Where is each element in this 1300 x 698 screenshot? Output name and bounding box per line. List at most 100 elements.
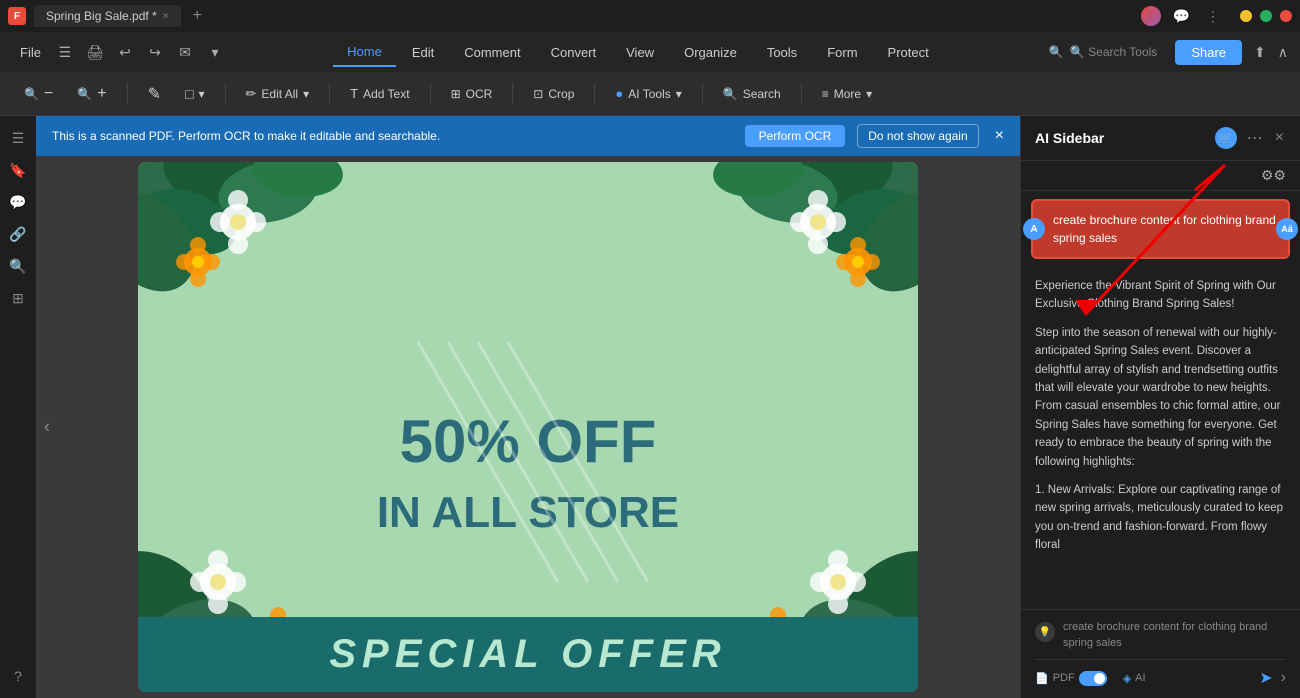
search-button[interactable]: 🔍 Search <box>715 83 789 105</box>
edit-all-dropdown: ▾ <box>303 87 309 101</box>
minimize-button[interactable] <box>1240 10 1252 22</box>
edit-all-icon: ✏ <box>246 86 257 102</box>
tab-home[interactable]: Home <box>333 38 396 67</box>
sidebar-item-layers[interactable]: ⊞ <box>4 284 32 312</box>
translate-icon[interactable]: Aā <box>1276 218 1298 240</box>
toolbar-separator-2 <box>225 83 226 105</box>
save-button[interactable]: ☰ <box>51 38 79 66</box>
zoom-out-button[interactable]: 🔍 − <box>16 81 61 107</box>
sidebar-item-home[interactable]: ☰ <box>4 124 32 152</box>
navigate-next-button[interactable]: › <box>1281 669 1286 687</box>
print-button[interactable]: 🖨 <box>81 38 109 66</box>
more-tools-label: More <box>834 87 861 101</box>
ocr-icon: ⊞ <box>451 87 461 101</box>
ai-response-para2: Step into the season of renewal with our… <box>1035 324 1286 471</box>
ocr-button[interactable]: ⊞ OCR <box>443 83 501 105</box>
collapse-icon[interactable]: ∧ <box>1278 44 1288 61</box>
svg-text:50% OFF: 50% OFF <box>400 408 657 475</box>
ai-close-icon[interactable]: × <box>1273 127 1286 149</box>
zoom-in-button[interactable]: 🔍 + <box>69 81 114 107</box>
user-avatar[interactable] <box>1141 6 1161 26</box>
more-nav-button[interactable]: ▾ <box>201 38 229 66</box>
toolbar-separator-3 <box>329 83 330 105</box>
pdf-tab[interactable]: Spring Big Sale.pdf * × <box>34 5 181 27</box>
window-controls <box>1240 10 1292 22</box>
more-options-icon[interactable]: ⋮ <box>1202 6 1224 27</box>
ai-response-area[interactable]: Experience the Vibrant Spirit of Spring … <box>1021 267 1300 609</box>
user-prompt-box: create brochure content for clothing bra… <box>1031 199 1290 259</box>
tab-protect[interactable]: Protect <box>874 39 943 66</box>
close-button[interactable] <box>1280 10 1292 22</box>
toolbar-separator-1 <box>127 83 128 105</box>
ai-cart-icon[interactable]: 🛒 <box>1215 127 1237 149</box>
undo-button[interactable]: ↩ <box>111 38 139 66</box>
search-tools-icon: 🔍 <box>1049 45 1064 59</box>
prev-page-button[interactable]: ‹ <box>44 417 50 438</box>
tab-convert[interactable]: Convert <box>537 39 611 66</box>
sidebar-item-links[interactable]: 🔗 <box>4 220 32 248</box>
sidebar-item-bookmarks[interactable]: 🔖 <box>4 156 32 184</box>
dismiss-ocr-button[interactable]: Do not show again <box>857 124 978 148</box>
ai-response-para3: 1. New Arrivals: Explore our captivating… <box>1035 481 1286 555</box>
sidebar-item-search[interactable]: 🔍 <box>4 252 32 280</box>
svg-text:IN ALL STORE: IN ALL STORE <box>377 488 679 537</box>
ai-icon-left: A <box>1023 218 1045 240</box>
share-button[interactable]: Share <box>1175 40 1242 65</box>
perform-ocr-button[interactable]: Perform OCR <box>745 125 846 147</box>
ai-sidebar: AI Sidebar 🛒 ⋯ × ⚙⚙ A create brochure co… <box>1020 116 1300 698</box>
pdf-icon: 📄 <box>1035 672 1049 685</box>
tab-edit[interactable]: Edit <box>398 39 448 66</box>
tab-comment[interactable]: Comment <box>450 39 534 66</box>
tab-tools[interactable]: Tools <box>753 39 811 66</box>
tab-organize[interactable]: Organize <box>670 39 751 66</box>
ai-tools-label: AI Tools <box>628 87 670 101</box>
add-text-button[interactable]: T Add Text <box>342 82 417 105</box>
add-tab-button[interactable]: + <box>193 7 202 25</box>
more-tools-dropdown: ▾ <box>866 87 872 101</box>
chat-icon[interactable]: 💬 <box>1169 6 1194 27</box>
crop-label: Crop <box>548 87 574 101</box>
send-button[interactable]: ➤ <box>1259 668 1272 688</box>
ai-sidebar-bottom: 💡 create brochure content for clothing b… <box>1021 609 1300 698</box>
menu-right: 🔍 🔍 Search Tools Share ⬆ ∧ <box>1039 40 1288 65</box>
maximize-button[interactable] <box>1260 10 1272 22</box>
search-tools-label: 🔍 Search Tools <box>1070 45 1157 59</box>
toolbar: 🔍 − 🔍 + ✎ □ ▾ ✏ Edit All ▾ T Add Text ⊞ … <box>0 72 1300 116</box>
search-tools-button[interactable]: 🔍 🔍 Search Tools <box>1039 41 1167 63</box>
crop-button[interactable]: ⊡ Crop <box>525 83 582 105</box>
sidebar-item-help[interactable]: ? <box>4 662 32 690</box>
pdf-toggle[interactable] <box>1079 671 1107 686</box>
user-prompt-text: create brochure content for clothing bra… <box>1053 213 1276 245</box>
ai-response-text: Experience the Vibrant Spirit of Spring … <box>1035 277 1286 554</box>
pdf-canvas: 50% OFF IN ALL STORE SPECIAL OFFER ‹ <box>36 156 1020 698</box>
email-button[interactable]: ✉ <box>171 38 199 66</box>
redo-button[interactable]: ↪ <box>141 38 169 66</box>
tab-view[interactable]: View <box>612 39 668 66</box>
more-tools-button[interactable]: ≡ More ▾ <box>814 83 880 105</box>
file-menu[interactable]: File <box>12 41 49 64</box>
ai-tools-button[interactable]: ● AI Tools ▾ <box>607 82 689 105</box>
previous-prompt-text: create brochure content for clothing bra… <box>1063 620 1286 651</box>
upload-icon[interactable]: ⬆ <box>1250 40 1270 65</box>
shapes-dropdown-icon: ▾ <box>198 87 204 101</box>
highlight-icon: ✎ <box>148 84 161 104</box>
ai-sidebar-footer: 📄 PDF ◈ AI ➤ › <box>1035 659 1286 688</box>
ocr-banner: This is a scanned PDF. Perform OCR to ma… <box>36 116 1020 156</box>
tab-close-icon[interactable]: × <box>163 11 169 22</box>
ai-settings-icon[interactable]: ⚙⚙ <box>1261 167 1286 184</box>
sidebar-item-comments[interactable]: 💬 <box>4 188 32 216</box>
tab-form[interactable]: Form <box>813 39 871 66</box>
close-ocr-banner-button[interactable]: × <box>995 127 1004 145</box>
search-label: Search <box>743 87 781 101</box>
shapes-button[interactable]: □ ▾ <box>177 82 213 106</box>
pdf-toggle-item: 📄 PDF <box>1035 671 1107 686</box>
ai-more-icon[interactable]: ⋯ <box>1245 126 1265 150</box>
more-tools-icon: ≡ <box>822 87 829 101</box>
highlight-button[interactable]: ✎ <box>140 80 169 108</box>
search-icon: 🔍 <box>723 87 738 101</box>
edit-all-button[interactable]: ✏ Edit All ▾ <box>238 82 318 106</box>
title-bar: F Spring Big Sale.pdf * × + 💬 ⋮ <box>0 0 1300 32</box>
ai-footer-icon: ◈ <box>1123 672 1131 685</box>
crop-icon: ⊡ <box>533 87 543 101</box>
ai-sidebar-title: AI Sidebar <box>1035 130 1207 146</box>
